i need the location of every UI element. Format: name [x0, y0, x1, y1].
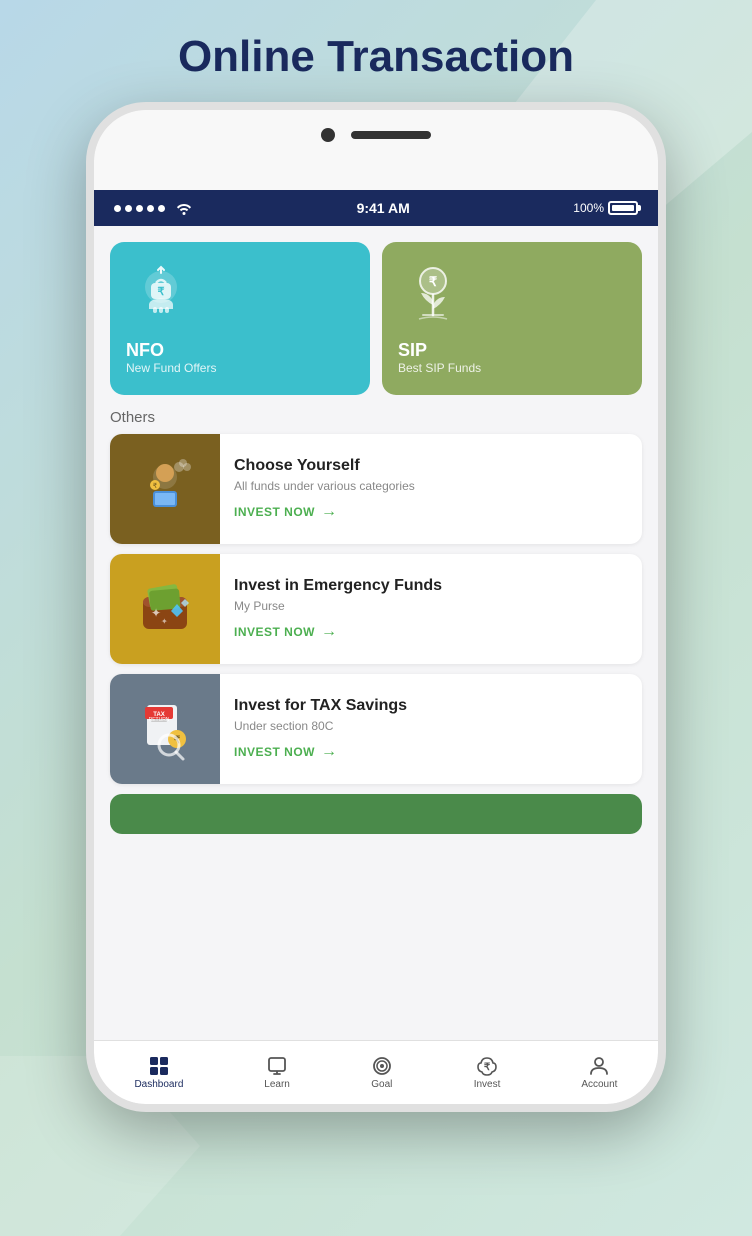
dashboard-icon [148, 1055, 170, 1077]
speaker [351, 131, 431, 139]
list-item-emergency-funds[interactable]: ✦ ✦ Invest in Emergency Funds My Purse I… [110, 554, 642, 664]
signal-dot [114, 205, 121, 212]
svg-text:✦: ✦ [151, 606, 161, 620]
learn-icon [266, 1055, 288, 1077]
invest-icon: ₹ [476, 1055, 498, 1077]
svg-text:₹: ₹ [428, 274, 437, 289]
choose-yourself-title: Choose Yourself [234, 457, 628, 475]
phone-top [94, 110, 658, 190]
tax-savings-image: TAX RETURN ₹ [110, 674, 220, 784]
svg-text:₹: ₹ [153, 482, 158, 490]
invest-label: Invest [474, 1079, 501, 1090]
svg-text:₹: ₹ [157, 286, 164, 298]
camera-area [321, 128, 431, 142]
nfo-icon: ₹ [126, 262, 196, 332]
nav-item-account[interactable]: Account [573, 1051, 625, 1094]
sip-icon: ₹ [398, 262, 468, 332]
emergency-funds-image: ✦ ✦ [110, 554, 220, 664]
phone-frame: 9:41 AM 100% [86, 102, 666, 1112]
others-label: Others [94, 395, 658, 434]
svg-text:₹: ₹ [484, 1062, 491, 1073]
battery-percent: 100% [573, 201, 604, 215]
emergency-funds-title: Invest in Emergency Funds [234, 577, 628, 595]
list-item-choose-yourself[interactable]: ₹ Choose Yourself All funds under variou… [110, 434, 642, 544]
sip-title: SIP [398, 340, 626, 361]
choose-yourself-desc: All funds under various categories [234, 479, 628, 493]
signal-dot [125, 205, 132, 212]
battery-area: 100% [573, 201, 638, 215]
choose-yourself-invest-btn[interactable]: INVEST NOW → [234, 503, 338, 521]
goal-icon [371, 1055, 393, 1077]
emergency-funds-desc: My Purse [234, 599, 628, 613]
emergency-funds-content: Invest in Emergency Funds My Purse INVES… [220, 565, 642, 653]
goal-label: Goal [371, 1079, 392, 1090]
account-icon [588, 1055, 610, 1077]
nav-item-dashboard[interactable]: Dashboard [126, 1051, 191, 1094]
choose-yourself-image: ₹ [110, 434, 220, 544]
signal-dot [136, 205, 143, 212]
nfo-title: NFO [126, 340, 354, 361]
front-camera [321, 128, 335, 142]
list-item-tax-savings[interactable]: TAX RETURN ₹ Invest for TAX Savings Unde… [110, 674, 642, 784]
page-title: Online Transaction [178, 32, 574, 82]
tax-savings-desc: Under section 80C [234, 719, 628, 733]
nav-item-invest[interactable]: ₹ Invest [466, 1051, 509, 1094]
top-cards: ₹ NFO New Fund Offers [94, 226, 658, 395]
signal-area [114, 201, 193, 215]
svg-text:✦: ✦ [161, 617, 168, 626]
wifi-icon [175, 201, 193, 215]
battery-fill [612, 205, 634, 211]
signal-dot [147, 205, 154, 212]
svg-text:RETURN: RETURN [149, 717, 170, 723]
tax-savings-content: Invest for TAX Savings Under section 80C… [220, 685, 642, 773]
tax-savings-invest-btn[interactable]: INVEST NOW → [234, 743, 338, 761]
arrow-icon: → [321, 743, 338, 761]
status-bar: 9:41 AM 100% [94, 190, 658, 226]
nav-item-goal[interactable]: Goal [363, 1051, 401, 1094]
signal-dot [158, 205, 165, 212]
learn-label: Learn [264, 1079, 290, 1090]
tax-savings-title: Invest for TAX Savings [234, 697, 628, 715]
battery-bar [608, 201, 638, 215]
arrow-icon: → [321, 503, 338, 521]
arrow-icon: → [321, 623, 338, 641]
bottom-nav: Dashboard Learn [94, 1040, 658, 1104]
nfo-subtitle: New Fund Offers [126, 361, 354, 375]
emergency-funds-invest-btn[interactable]: INVEST NOW → [234, 623, 338, 641]
nfo-card[interactable]: ₹ NFO New Fund Offers [110, 242, 370, 395]
partial-card [110, 794, 642, 834]
choose-yourself-content: Choose Yourself All funds under various … [220, 445, 642, 533]
account-label: Account [581, 1079, 617, 1090]
phone-content[interactable]: ₹ NFO New Fund Offers [94, 226, 658, 1044]
sip-subtitle: Best SIP Funds [398, 361, 626, 375]
dashboard-label: Dashboard [134, 1079, 183, 1090]
status-time: 9:41 AM [357, 200, 410, 216]
nav-item-learn[interactable]: Learn [256, 1051, 298, 1094]
sip-card[interactable]: ₹ SIP Best SIP Funds [382, 242, 642, 395]
phone-inner: 9:41 AM 100% [94, 110, 658, 1104]
